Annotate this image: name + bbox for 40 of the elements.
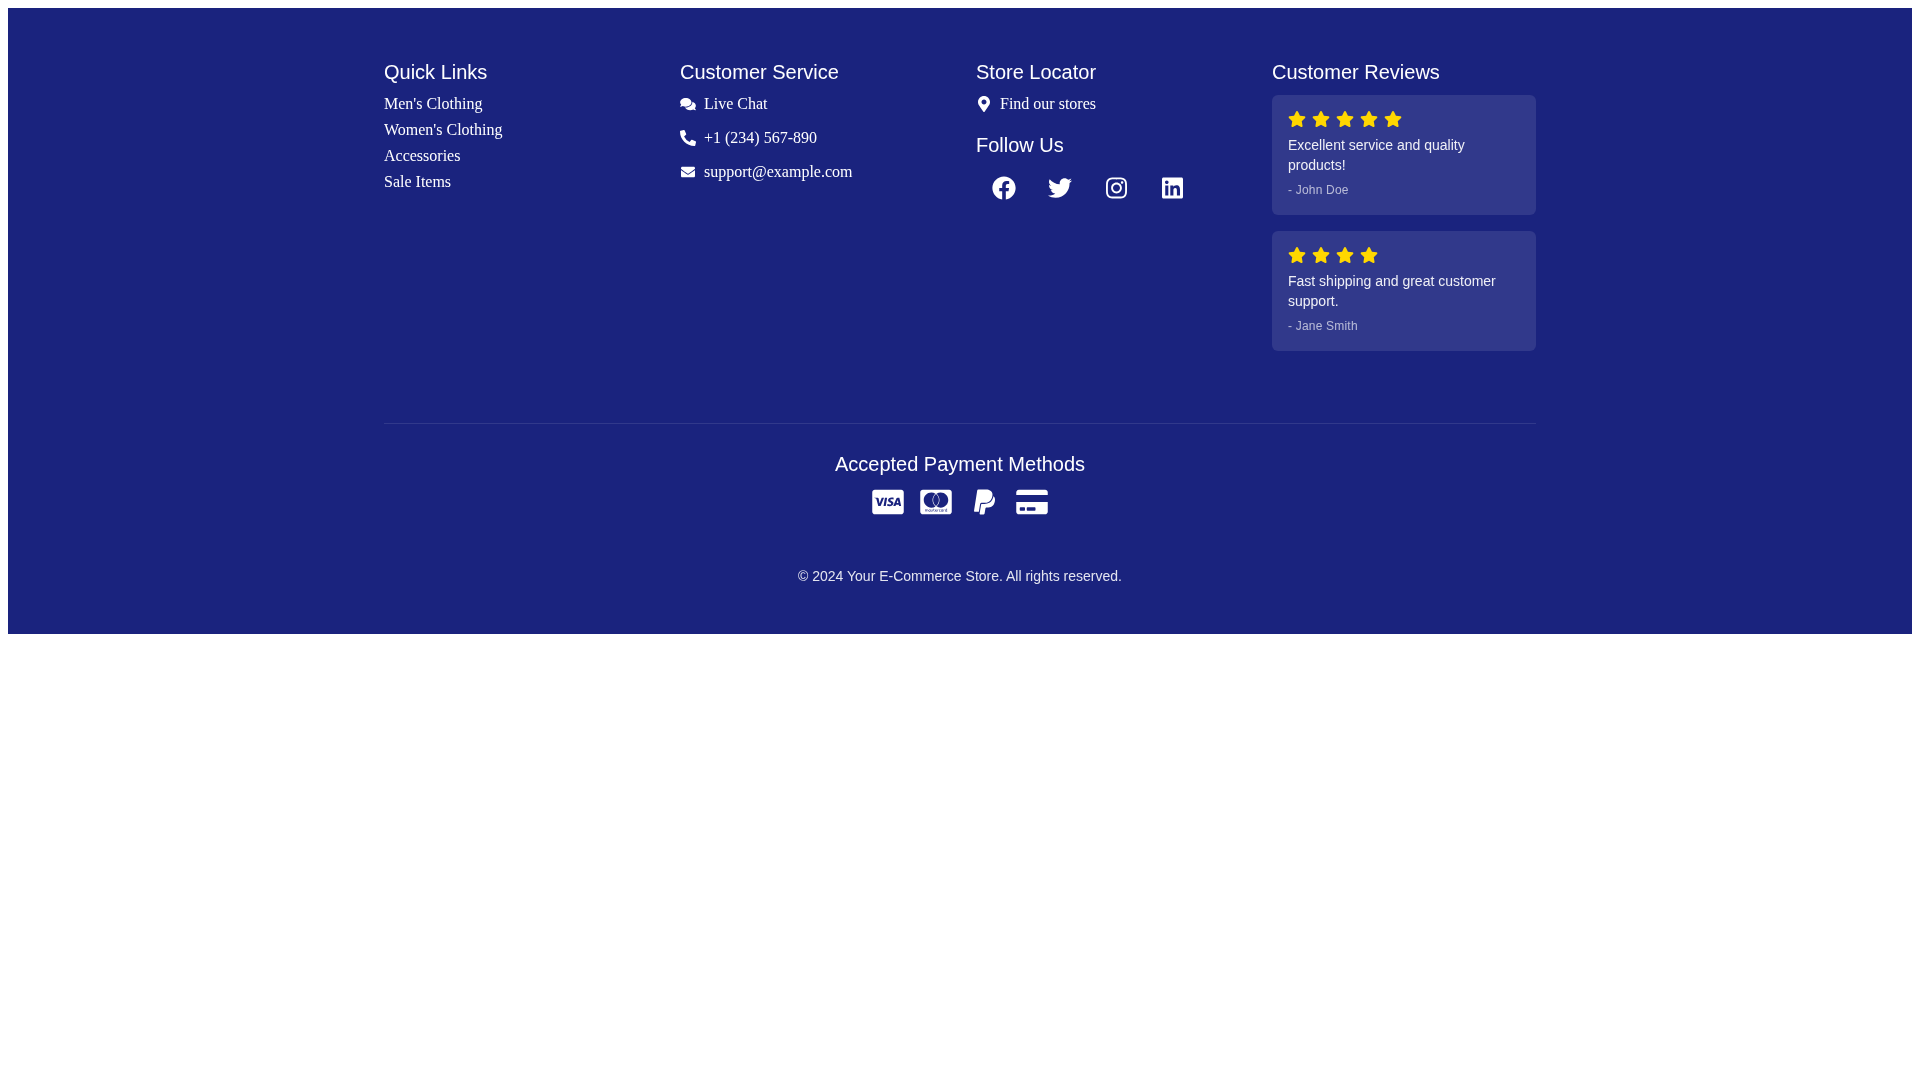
envelope-icon — [680, 165, 696, 179]
credit-card-icon — [1016, 488, 1048, 516]
phone-icon — [680, 130, 696, 146]
mastercard-icon — [920, 488, 952, 516]
instagram-icon[interactable] — [1105, 176, 1127, 200]
star-icon — [1360, 111, 1378, 127]
facebook-icon[interactable] — [992, 176, 1016, 200]
visa-card-icon — [872, 488, 904, 516]
contact-link[interactable]: support@example.com — [704, 163, 853, 181]
map-pin-icon — [978, 96, 990, 112]
star-icon — [1336, 111, 1354, 127]
section-heading: Accepted Payment Methods — [834, 452, 1086, 476]
chat-bubbles-icon — [680, 97, 696, 111]
column-heading: Customer Reviews — [1272, 60, 1440, 84]
star-icon — [1288, 111, 1306, 127]
column-heading: Quick Links — [384, 60, 488, 84]
twitter-icon[interactable] — [1048, 176, 1072, 200]
star-icon — [1336, 247, 1354, 263]
star-icon — [1312, 247, 1330, 263]
store-link[interactable]: Find our stores — [1000, 95, 1096, 113]
column-heading: Store Locator — [976, 60, 1097, 84]
paypal-icon — [973, 488, 995, 516]
star-icon — [1288, 247, 1306, 263]
column-heading: Customer Service — [680, 60, 839, 84]
linkedin-icon[interactable] — [1161, 176, 1183, 200]
contact-link[interactable]: +1 (234) 567-890 — [704, 129, 817, 147]
quick-link[interactable]: Sale Items — [384, 173, 452, 191]
quick-link[interactable]: Accessories — [384, 147, 461, 165]
star-icon — [1360, 247, 1378, 263]
quick-link[interactable]: Women's Clothing — [384, 121, 503, 139]
review-author: - Jane Smith — [1288, 318, 1359, 335]
copyright-text: © 2024 Your E-Commerce Store. All rights reserved. — [798, 568, 1122, 584]
review-text: Fast shipping and great customer support. — [1288, 272, 1497, 311]
review-text: Excellent service and quality products! — [1288, 136, 1466, 175]
contact-link[interactable]: Live Chat — [704, 95, 768, 113]
quick-link[interactable]: Men's Clothing — [384, 95, 483, 113]
star-icon — [1384, 111, 1402, 127]
column-heading: Follow Us — [976, 133, 1064, 157]
star-icon — [1312, 111, 1330, 127]
review-author: - John Doe — [1288, 182, 1350, 199]
